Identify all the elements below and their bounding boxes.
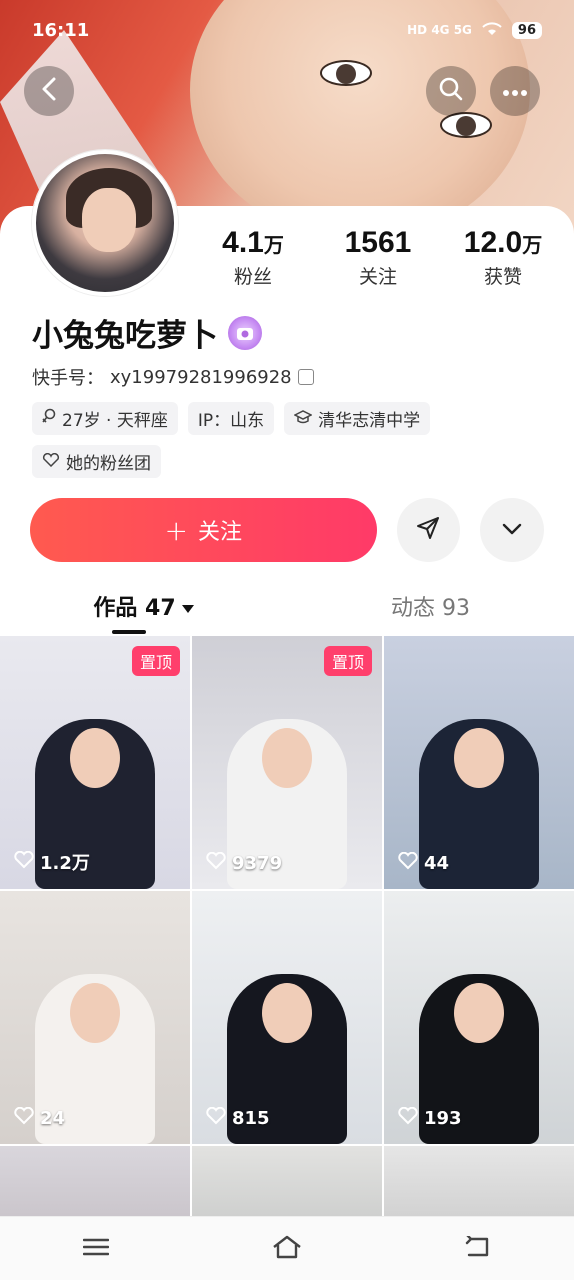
female-icon — [42, 408, 56, 429]
network-indicators: HD 4G 5G — [407, 23, 472, 37]
likes-label: 获赞 — [483, 266, 522, 288]
post-likes: 1.2万 — [14, 849, 90, 875]
following-label: 关注 — [358, 266, 397, 288]
send-icon — [415, 515, 441, 545]
heart-outline-icon — [14, 850, 34, 874]
post-thumbnail[interactable]: 815 — [192, 891, 382, 1144]
caret-down-icon — [181, 605, 194, 613]
status-time: 16:11 — [32, 19, 90, 41]
post-likes-count: 193 — [424, 1108, 462, 1129]
copy-icon[interactable] — [297, 369, 314, 385]
heart-outline-icon — [398, 851, 418, 875]
tab-moments-label: 动态 93 — [391, 596, 470, 621]
tag-ip-text: IP：山东 — [197, 411, 265, 431]
following-count: 1561 — [344, 226, 412, 259]
likes-unit: 万 — [522, 235, 543, 257]
pinned-badge: 置顶 — [323, 646, 372, 676]
fans-label: 粉丝 — [233, 266, 272, 288]
stat-likes[interactable]: 12.0万 获赞 — [448, 226, 558, 289]
posts-grid: 置顶 1.2万 置顶 9379 44 24 815 193 — [0, 636, 574, 1144]
home-button[interactable] — [257, 1229, 317, 1269]
status-bar: 16:11 HD 4G 5G 96 — [0, 0, 574, 60]
post-thumbnail[interactable] — [384, 1146, 574, 1216]
name-row: 小兔兔吃萝卜 — [32, 310, 262, 355]
plus-icon: + — [164, 513, 188, 547]
battery-indicator: 96 — [511, 21, 542, 39]
back-button[interactable] — [24, 66, 74, 116]
post-likes-count: 1.2万 — [40, 853, 90, 874]
post-likes: 44 — [398, 851, 450, 875]
post-likes: 193 — [398, 1106, 462, 1130]
post-thumbnail[interactable]: 193 — [384, 891, 574, 1144]
home-icon — [272, 1235, 302, 1263]
cover-eye-left — [320, 60, 372, 86]
action-row: + 关注 — [30, 498, 544, 562]
profile-stats: 4.1万 粉丝 1561 关注 12.0万 获赞 — [198, 226, 558, 289]
heart-outline-icon — [206, 1106, 226, 1130]
post-thumbnail[interactable]: 44 — [384, 636, 574, 889]
post-thumbnail[interactable]: 置顶 1.2万 — [0, 636, 190, 889]
tag-age-text: 27岁 · 天秤座 — [62, 411, 168, 431]
back-nav-button[interactable] — [448, 1229, 508, 1269]
back-arrow-icon — [465, 1233, 491, 1262]
tab-works[interactable]: 作品 47 — [0, 586, 287, 636]
post-likes: 815 — [206, 1106, 270, 1130]
heart-outline-icon — [206, 851, 226, 875]
heart-outline-icon — [42, 452, 60, 472]
camera-badge-icon[interactable] — [228, 315, 262, 350]
tag-fan-club-text: 她的粉丝团 — [66, 454, 151, 474]
uid-label: 快手号： — [32, 368, 104, 389]
tab-works-label: 作品 47 — [93, 596, 176, 621]
follow-label: 关注 — [197, 520, 242, 545]
more-button[interactable] — [490, 66, 540, 116]
follow-button[interactable]: + 关注 — [30, 498, 377, 562]
post-thumbnail[interactable]: 置顶 9379 — [192, 636, 382, 889]
tag-school[interactable]: 清华志清中学 — [284, 402, 431, 435]
heart-outline-icon — [14, 1106, 34, 1130]
wifi-icon — [482, 21, 502, 39]
menu-icon — [82, 1237, 109, 1261]
stat-following[interactable]: 1561 关注 — [323, 226, 433, 289]
heart-outline-icon — [398, 1106, 418, 1130]
content-tabs: 作品 47 动态 93 — [0, 586, 574, 636]
graduation-cap-icon — [293, 409, 313, 429]
post-likes-count: 24 — [40, 1108, 66, 1129]
profile-tags: 27岁 · 天秤座 IP：山东 清华志清中学 她的粉丝团 — [32, 402, 552, 478]
post-likes: 9379 — [206, 851, 283, 875]
tag-age: 27岁 · 天秤座 — [32, 402, 178, 435]
expand-button[interactable] — [480, 498, 544, 562]
post-likes: 24 — [14, 1106, 66, 1130]
pinned-badge: 置顶 — [131, 646, 180, 676]
post-likes-count: 815 — [232, 1108, 270, 1129]
profile-name: 小兔兔吃萝卜 — [32, 318, 218, 354]
fans-unit: 万 — [263, 235, 284, 257]
share-button[interactable] — [396, 498, 461, 562]
status-indicators: HD 4G 5G 96 — [407, 21, 542, 39]
post-thumbnail[interactable] — [0, 1146, 190, 1216]
tag-ip: IP：山东 — [187, 402, 275, 435]
post-likes-count: 9379 — [232, 853, 283, 874]
tab-moments[interactable]: 动态 93 — [287, 586, 574, 636]
stat-fans[interactable]: 4.1万 粉丝 — [198, 226, 308, 289]
post-thumbnail[interactable]: 24 — [0, 891, 190, 1144]
search-button[interactable] — [426, 66, 476, 116]
post-likes-count: 44 — [424, 853, 450, 874]
more-dots-icon — [502, 82, 528, 101]
menu-button[interactable] — [66, 1229, 126, 1269]
fans-count: 4.1 — [222, 226, 264, 259]
tag-fan-club[interactable]: 她的粉丝团 — [32, 445, 161, 478]
chevron-left-icon — [39, 76, 59, 106]
search-icon — [438, 76, 464, 106]
uid-value: xy19979281996928 — [110, 366, 292, 388]
system-nav-bar — [0, 1216, 574, 1280]
uid-row[interactable]: 快手号： xy19979281996928 — [32, 364, 314, 390]
post-thumbnail[interactable] — [192, 1146, 382, 1216]
chevron-down-icon — [501, 521, 523, 540]
posts-grid-next-row — [0, 1146, 574, 1216]
avatar[interactable] — [32, 150, 178, 296]
likes-count: 12.0 — [463, 226, 523, 259]
tag-school-text: 清华志清中学 — [318, 411, 421, 431]
